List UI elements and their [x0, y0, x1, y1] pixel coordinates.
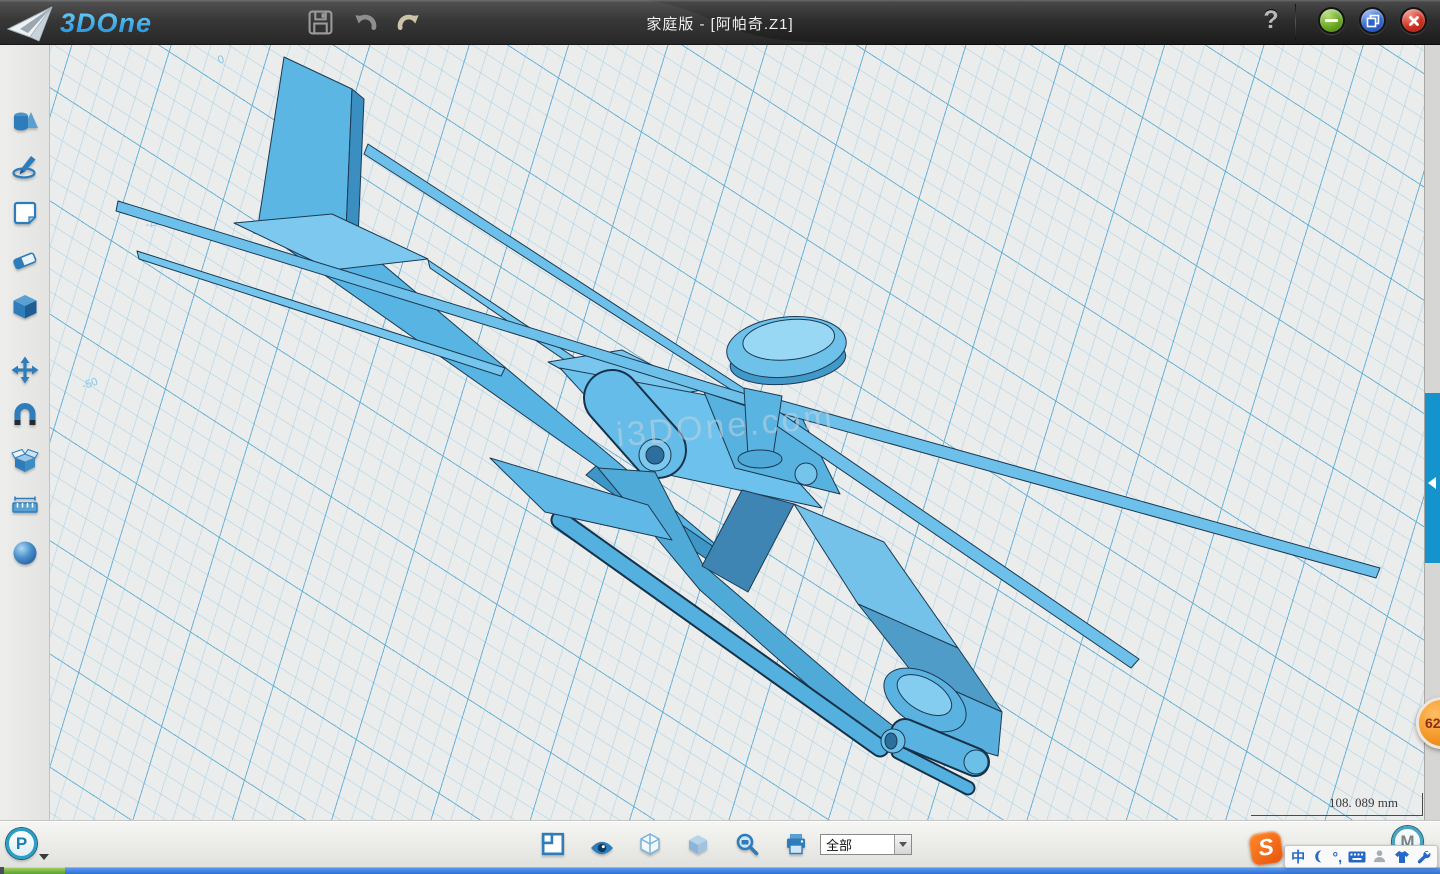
solid-feature-icon[interactable]: [11, 293, 39, 321]
bottom-toolbar: P 全: [0, 820, 1440, 867]
ime-language-toggle[interactable]: 中: [1291, 850, 1305, 864]
scale-indicator: 108. 089 mm: [1251, 793, 1423, 816]
eraser-icon[interactable]: [11, 246, 39, 274]
snap-magnet-icon[interactable]: [11, 401, 39, 429]
chevron-down-icon: [899, 842, 907, 847]
restore-icon: [1366, 14, 1380, 28]
quick-launch-badge[interactable]: P: [6, 828, 37, 859]
close-icon: [1407, 14, 1421, 28]
user-account-icon[interactable]: [1372, 849, 1387, 864]
sketch-icon[interactable]: [11, 153, 39, 181]
help-button[interactable]: ?: [1258, 6, 1284, 35]
material-render-icon[interactable]: [11, 539, 39, 567]
close-button[interactable]: [1400, 7, 1427, 34]
measure-icon[interactable]: [11, 492, 39, 520]
ime-toolbar: 中 °,: [1284, 845, 1438, 868]
soft-keyboard-icon[interactable]: [1348, 851, 1366, 863]
title-bar: 3DOne 家庭版 - [阿帕奇.Z1] ?: [0, 0, 1440, 45]
titlebar-separator: [1295, 4, 1296, 40]
ime-punctuation-toggle[interactable]: °,: [1333, 850, 1343, 864]
minimize-button[interactable]: [1318, 7, 1345, 34]
shaded-cube-icon[interactable]: [686, 832, 710, 856]
visibility-eye-icon[interactable]: [590, 836, 614, 860]
model-rotor-hub: [724, 311, 850, 390]
combine-icon[interactable]: [11, 446, 39, 474]
restore-button[interactable]: [1359, 7, 1386, 34]
primitive-shapes-icon[interactable]: [11, 108, 39, 136]
panel-expand-toggle[interactable]: [1425, 393, 1440, 563]
expand-caret[interactable]: [39, 854, 49, 860]
taskbar-segment-green: [4, 867, 65, 874]
view-corner-icon[interactable]: [541, 832, 565, 856]
model-stabilizer: [234, 214, 428, 270]
halfwidth-moon-icon[interactable]: [1311, 849, 1326, 864]
helicopter-model[interactable]: [50, 45, 1424, 820]
ime-logo[interactable]: S: [1248, 830, 1284, 866]
zoom-magnifier-icon[interactable]: [735, 832, 759, 856]
display-filter-dropdown[interactable]: 全部: [820, 834, 912, 855]
move-icon[interactable]: [11, 356, 39, 384]
dropdown-button[interactable]: [894, 835, 911, 854]
window-title: 家庭版 - [阿帕奇.Z1]: [0, 13, 1440, 34]
left-toolbar: [0, 45, 50, 820]
display-filter-value: 全部: [821, 835, 894, 854]
settings-wrench-icon[interactable]: [1416, 849, 1431, 864]
3d-viewport[interactable]: 0 -25 -50: [50, 45, 1424, 820]
sketch-plane-icon[interactable]: [11, 199, 39, 227]
wireframe-cube-icon[interactable]: [638, 832, 662, 856]
skin-tshirt-icon[interactable]: [1394, 850, 1410, 864]
taskbar-segment-blue: [65, 867, 1440, 874]
chevron-left-icon: [1428, 477, 1436, 489]
print-icon[interactable]: [784, 832, 808, 856]
model-tail-fin: [258, 57, 352, 232]
3done-application-window: 3DOne 家庭版 - [阿帕奇.Z1] ?: [0, 0, 1440, 874]
os-taskbar-edge: [0, 867, 1440, 874]
